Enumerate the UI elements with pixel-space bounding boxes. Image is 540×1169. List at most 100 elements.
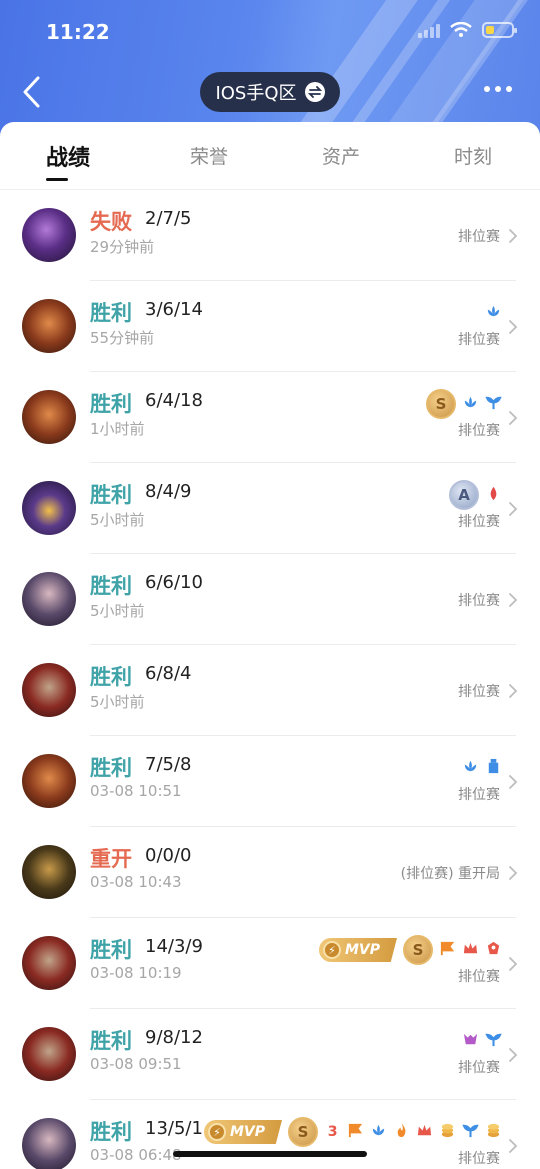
match-result: 胜利 <box>90 938 132 962</box>
lotus-icon <box>462 758 479 779</box>
match-result: 胜利 <box>90 483 132 507</box>
match-row[interactable]: 胜利 13/5/1 03-08 06:48 ⚡ MVP S 3 排位赛 <box>0 1100 540 1169</box>
match-mode: 排位赛 <box>458 684 500 700</box>
match-row[interactable]: 失败 2/7/5 29分钟前 排位赛 <box>0 190 540 281</box>
match-time: 5小时前 <box>90 693 145 711</box>
match-time: 5小时前 <box>90 511 145 529</box>
match-badges: S <box>426 389 502 419</box>
match-mode: 排位赛 <box>458 229 500 245</box>
back-button[interactable] <box>18 74 48 110</box>
match-mode: 排位赛 <box>458 423 500 439</box>
chevron-right-icon <box>509 229 518 243</box>
chevron-right-icon <box>509 502 518 516</box>
match-row[interactable]: 胜利 3/6/14 55分钟前 排位赛 <box>0 281 540 372</box>
hero-avatar <box>22 390 76 444</box>
svg-text:3: 3 <box>328 1124 338 1139</box>
match-time: 03-08 09:51 <box>90 1055 182 1073</box>
match-kda: 6/6/10 <box>145 572 203 593</box>
home-indicator <box>173 1151 367 1157</box>
lotus-icon <box>462 394 479 415</box>
sprout-icon <box>462 1122 479 1143</box>
match-row[interactable]: 胜利 9/8/12 03-08 09:51 排位赛 <box>0 1009 540 1100</box>
tower-icon <box>485 758 502 779</box>
status-time: 11:22 <box>46 20 110 44</box>
hero-avatar <box>22 936 76 990</box>
match-mode: 排位赛 <box>458 1060 500 1076</box>
match-badges: ⚡ MVP S <box>319 935 502 965</box>
s-rank-coin-icon: S <box>426 389 456 419</box>
sprout-icon <box>485 1031 502 1052</box>
hero-avatar <box>22 208 76 262</box>
hero-avatar <box>22 754 76 808</box>
chevron-right-icon <box>509 775 518 789</box>
match-result: 失败 <box>90 210 132 234</box>
match-badges <box>485 299 502 327</box>
tab-record[interactable]: 战绩 <box>46 140 90 172</box>
match-kda: 8/4/9 <box>145 481 192 502</box>
match-row[interactable]: 胜利 14/3/9 03-08 10:19 ⚡ MVP S 排位赛 <box>0 918 540 1009</box>
match-badges: ⚡ MVP S 3 <box>204 1117 502 1147</box>
header: 11:22 IOS手Q区 <box>0 0 540 140</box>
match-time: 55分钟前 <box>90 329 155 347</box>
hero-avatar <box>22 663 76 717</box>
swap-icon <box>304 82 325 102</box>
match-mode: 排位赛 <box>458 1151 500 1167</box>
totem-icon <box>485 940 502 961</box>
hero-avatar <box>22 481 76 535</box>
hero-avatar <box>22 299 76 353</box>
match-row[interactable]: 胜利 6/4/18 1小时前 S 排位赛 <box>0 372 540 463</box>
region-label: IOS手Q区 <box>215 83 297 104</box>
match-result: 胜利 <box>90 301 132 325</box>
hero-avatar <box>22 1027 76 1081</box>
match-kda: 6/4/18 <box>145 390 203 411</box>
chevron-right-icon <box>509 684 518 698</box>
chevron-right-icon <box>509 411 518 425</box>
match-kda: 13/5/1 <box>145 1118 203 1139</box>
tab-moments[interactable]: 时刻 <box>454 142 492 169</box>
match-badges <box>462 754 502 782</box>
match-result: 重开 <box>90 847 132 871</box>
region-switcher[interactable]: IOS手Q区 <box>200 72 340 112</box>
match-result: 胜利 <box>90 392 132 416</box>
match-row[interactable]: 胜利 6/6/10 5小时前 排位赛 <box>0 554 540 645</box>
s-rank-coin-icon: S <box>288 1117 318 1147</box>
more-options-button[interactable] <box>484 86 512 92</box>
chevron-right-icon <box>509 1139 518 1153</box>
match-time: 03-08 06:48 <box>90 1146 182 1164</box>
a-rank-coin-icon: A <box>449 480 479 510</box>
tab-assets[interactable]: 资产 <box>322 142 360 169</box>
demon-icon <box>462 1031 479 1052</box>
status-icons <box>418 22 517 38</box>
hero-avatar <box>22 1118 76 1169</box>
active-tab-indicator <box>46 178 68 181</box>
match-kda: 3/6/14 <box>145 299 203 320</box>
three-kill-icon: 3 <box>324 1122 341 1143</box>
cellular-signal-icon <box>418 22 440 38</box>
tab-honor[interactable]: 荣誉 <box>190 142 228 169</box>
match-result: 胜利 <box>90 574 132 598</box>
match-kda: 7/5/8 <box>145 754 192 775</box>
tab-bar: 战绩 荣誉 资产 时刻 <box>0 122 540 190</box>
match-time: 03-08 10:43 <box>90 873 182 891</box>
lotus-icon <box>370 1122 387 1143</box>
chevron-right-icon <box>509 866 518 880</box>
match-result: 胜利 <box>90 1120 132 1144</box>
match-mode: 排位赛 <box>458 514 500 530</box>
match-time: 5小时前 <box>90 602 145 620</box>
wifi-icon <box>450 22 472 37</box>
chevron-right-icon <box>509 957 518 971</box>
match-row[interactable]: 重开 0/0/0 03-08 10:43 (排位赛) 重开局 <box>0 827 540 918</box>
mvp-badge: ⚡ MVP <box>204 1120 282 1144</box>
s-rank-coin-icon: S <box>403 935 433 965</box>
match-kda: 9/8/12 <box>145 1027 203 1048</box>
match-kda: 14/3/9 <box>145 936 203 957</box>
match-kda: 6/8/4 <box>145 663 192 684</box>
crown-icon <box>416 1122 433 1143</box>
chevron-right-icon <box>509 593 518 607</box>
match-row[interactable]: 胜利 6/8/4 5小时前 排位赛 <box>0 645 540 736</box>
battery-icon <box>482 22 517 38</box>
match-row[interactable]: 胜利 7/5/8 03-08 10:51 排位赛 <box>0 736 540 827</box>
match-time: 03-08 10:19 <box>90 964 182 982</box>
hero-avatar <box>22 845 76 899</box>
match-row[interactable]: 胜利 8/4/9 5小时前 A 排位赛 <box>0 463 540 554</box>
